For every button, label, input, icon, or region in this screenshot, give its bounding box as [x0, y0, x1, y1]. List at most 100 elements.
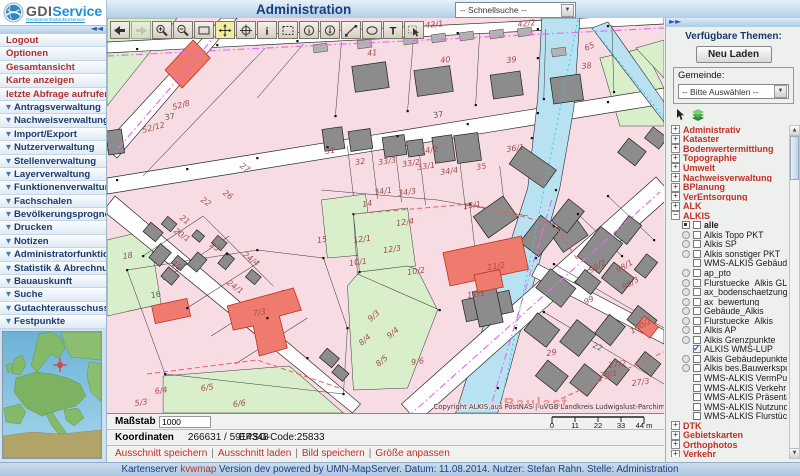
theme-group-topographie[interactable]: +Topographie	[669, 154, 787, 164]
sidebar-section-drucken[interactable]: ▼Drucken	[0, 221, 106, 234]
theme-group-alk[interactable]: +ALK	[669, 201, 787, 211]
neu-laden-button[interactable]: Neu Laden	[696, 46, 772, 63]
forward-button[interactable]	[131, 21, 151, 39]
theme-group-gebietskarten[interactable]: +Gebietskarten	[669, 431, 787, 441]
panel-collapse-strip[interactable]: ►►	[666, 18, 800, 27]
expand-box-icon[interactable]: +	[671, 421, 680, 430]
quick-search-select[interactable]: -- Schnellsuche -- ▼	[455, 2, 576, 18]
theme-checkbox[interactable]	[693, 269, 701, 277]
theme-radio[interactable]	[682, 336, 690, 344]
theme-item-alkis-ap[interactable]: Alkis AP	[669, 325, 787, 335]
sidebar-section-nachweisverwaltung[interactable]: ▼Nachweisverwaltung	[0, 114, 106, 127]
theme-group-umwelt[interactable]: +Umwelt	[669, 163, 787, 173]
collapse-box-icon[interactable]: −	[671, 211, 680, 220]
theme-radio[interactable]	[682, 288, 690, 296]
gr-e-anpassen-link[interactable]: Größe anpassen	[375, 448, 450, 459]
theme-item-flurstuecke-alkis[interactable]: Flurstuecke_Alkis	[669, 316, 787, 326]
theme-checkbox[interactable]	[693, 240, 701, 248]
pan-button[interactable]	[215, 21, 235, 39]
sidebar-section-fachschalen[interactable]: ▼Fachschalen	[0, 195, 106, 208]
alle-radio-checkbox[interactable]	[682, 221, 690, 229]
theme-checkbox[interactable]	[693, 231, 701, 239]
gemeinde-select[interactable]: -- Bitte Auswählen -- ▼	[678, 84, 789, 99]
theme-checkbox[interactable]	[693, 326, 701, 334]
theme-checkbox[interactable]	[693, 288, 701, 296]
expand-box-icon[interactable]: +	[671, 163, 680, 172]
theme-radio[interactable]	[682, 231, 690, 239]
download-info-button[interactable]	[320, 21, 340, 39]
theme-item-geb-ude-alkis[interactable]: Gebäude_Alkis	[669, 306, 787, 316]
pointer-icon[interactable]	[675, 109, 686, 121]
overview-map[interactable]	[2, 331, 102, 459]
object-info-button[interactable]: i	[299, 21, 319, 39]
theme-checkbox[interactable]	[693, 250, 701, 258]
bild-speichern-link[interactable]: Bild speichern	[302, 448, 365, 459]
zoom-box-button[interactable]	[194, 21, 214, 39]
sidebar-section-notizen[interactable]: ▼Notizen	[0, 235, 106, 248]
select-features-button[interactable]	[404, 21, 424, 39]
theme-item-wms-alkis-geb-ude[interactable]: WMS-ALKIS Gebäude	[669, 259, 787, 269]
sidebar-section-statistik-abrechnung[interactable]: ▼Statistik & Abrechnung	[0, 262, 106, 275]
theme-checkbox[interactable]	[693, 355, 701, 363]
theme-checkbox[interactable]	[693, 298, 701, 306]
theme-radio[interactable]	[682, 317, 690, 325]
theme-group-verkehr[interactable]: +Verkehr	[669, 450, 787, 457]
recenter-button[interactable]	[236, 21, 256, 39]
theme-item-alkis-geb-udepunkte[interactable]: Alkis Gebäudepunkte	[669, 354, 787, 364]
sidebar-section-bauauskunft[interactable]: ▼Bauauskunft	[0, 275, 106, 288]
theme-group-orthophotos[interactable]: +Orthophotos	[669, 440, 787, 450]
zoom-out-button[interactable]	[173, 21, 193, 39]
theme-item-alkis-sonstiger-pkt[interactable]: Alkis sonstiger PKT	[669, 249, 787, 259]
theme-radio[interactable]	[682, 240, 690, 248]
theme-checkbox[interactable]	[693, 364, 701, 372]
theme-checkbox[interactable]	[693, 384, 701, 392]
theme-checkbox[interactable]	[693, 259, 701, 267]
theme-group-kataster[interactable]: +Kataster	[669, 135, 787, 145]
scale-input[interactable]	[159, 416, 211, 428]
measure-button[interactable]	[341, 21, 361, 39]
sidebar-section-gutachterausschuss[interactable]: ▼Gutachterausschuss	[0, 302, 106, 315]
theme-item-alkis-wms-lup[interactable]: ALKIS WMS-LUP	[669, 345, 787, 355]
theme-checkbox[interactable]	[693, 403, 701, 411]
theme-radio[interactable]	[682, 307, 690, 315]
expand-box-icon[interactable]: +	[671, 144, 680, 153]
ausschnitt-laden-link[interactable]: Ausschnitt laden	[218, 448, 291, 459]
theme-checkbox[interactable]	[693, 412, 701, 420]
theme-item-alkis-bes-bauwerkspunkte[interactable]: Alkis bes.Bauwerkspunkte	[669, 364, 787, 374]
theme-radio[interactable]	[682, 355, 690, 363]
expand-box-icon[interactable]: +	[671, 440, 680, 449]
theme-item-alkis-sp[interactable]: Alkis SP	[669, 240, 787, 250]
sidebar-section-bev-lkerungsprognose[interactable]: ▼Bevölkerungsprognose	[0, 208, 106, 221]
back-button[interactable]	[110, 21, 130, 39]
theme-checkbox[interactable]	[693, 307, 701, 315]
theme-radio[interactable]	[682, 250, 690, 258]
point-info-button[interactable]: i	[257, 21, 277, 39]
sidebar-item-optionen[interactable]: Optionen	[0, 47, 106, 60]
theme-radio[interactable]	[682, 326, 690, 334]
expand-box-icon[interactable]: +	[671, 154, 680, 163]
sidebar-section-nutzerverwaltung[interactable]: ▼Nutzerverwaltung	[0, 141, 106, 154]
theme-item-wms-alkis-vermpunkte[interactable]: WMS-ALKIS VermPunkte	[669, 373, 787, 383]
theme-group-administrativ[interactable]: +Administrativ	[669, 125, 787, 135]
sidebar-section-stellenverwaltung[interactable]: ▼Stellenverwaltung	[0, 155, 106, 168]
theme-group-bplanung[interactable]: +BPlanung	[669, 182, 787, 192]
sidebar-item-letzte-abfrage-aufrufen[interactable]: letzte Abfrage aufrufen	[0, 88, 106, 101]
theme-group-nachweisverwaltung[interactable]: +Nachweisverwaltung	[669, 173, 787, 183]
theme-radio[interactable]	[682, 364, 690, 372]
expand-box-icon[interactable]: +	[671, 431, 680, 440]
theme-item-ap-pto[interactable]: ap_pto	[669, 268, 787, 278]
scroll-down-icon[interactable]: ▼	[790, 448, 799, 458]
sidebar-section-festpunkte[interactable]: ▼Festpunkte	[0, 315, 106, 328]
sidebar-section-suche[interactable]: ▼Suche	[0, 288, 106, 301]
dropdown-arrow-icon[interactable]: ▼	[561, 4, 574, 17]
theme-group-verentsorgung[interactable]: +VerEntsorgung	[669, 192, 787, 202]
theme-group-dtk[interactable]: +DTK	[669, 421, 787, 431]
scroll-thumb[interactable]	[790, 136, 799, 180]
expand-box-icon[interactable]: +	[671, 125, 680, 134]
sidebar-section-layerverwaltung[interactable]: ▼Layerverwaltung	[0, 168, 106, 181]
expand-box-icon[interactable]: +	[671, 183, 680, 192]
scroll-up-icon[interactable]: ▲	[790, 126, 799, 136]
theme-item-alle[interactable]: alle	[669, 220, 787, 230]
sidebar-section-administratorfunktionen[interactable]: ▼Administratorfunktionen	[0, 248, 106, 261]
alle-checkbox[interactable]	[693, 221, 701, 229]
